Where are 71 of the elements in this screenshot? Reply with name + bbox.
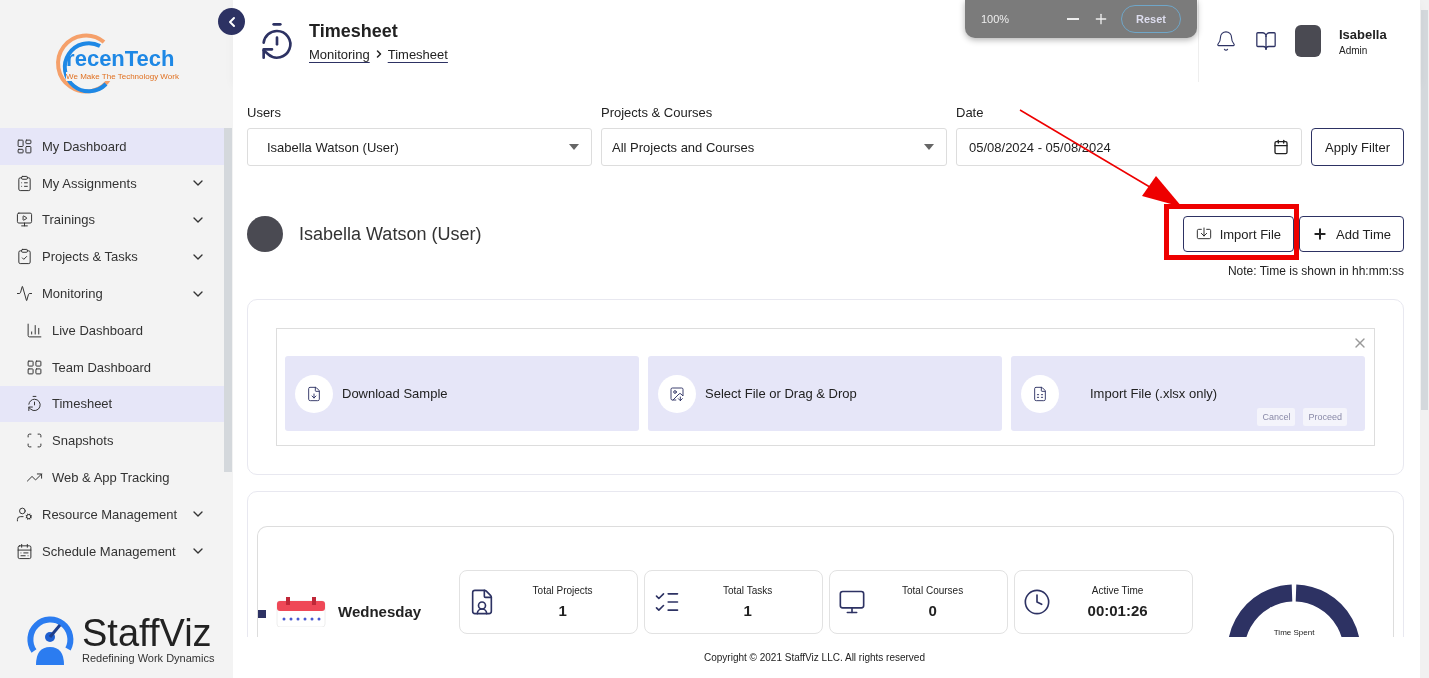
avatar-photo-placeholder (247, 216, 283, 252)
menu-icon (26, 358, 43, 376)
stat-label: Active Time (1091, 584, 1144, 596)
book-icon[interactable] (1255, 30, 1277, 52)
menu-icon (16, 174, 33, 192)
filter-label: Users (247, 105, 282, 120)
sidebar-item[interactable]: Schedule Management (0, 532, 224, 570)
sidebar-item[interactable]: Team Dashboard (0, 348, 224, 386)
scrollbar-thumb[interactable] (224, 128, 232, 472)
filter-label: Date (956, 105, 985, 120)
stat-label: Total Tasks (722, 584, 773, 596)
sidebar-item[interactable]: My Dashboard (0, 128, 224, 165)
menu-icon (26, 321, 43, 339)
caret-icon (924, 144, 934, 150)
day-label: Wednesday (338, 603, 422, 620)
caret-icon (569, 144, 579, 150)
brand-name: StaffViz (82, 614, 213, 652)
calendar-icon (1273, 139, 1289, 155)
select-field[interactable]: All Projects and Courses (601, 128, 947, 166)
sidebar-item[interactable]: My Assignments (0, 164, 224, 202)
menu-icon (16, 211, 33, 229)
stat-value: 0 (928, 601, 937, 619)
sidebar-item[interactable]: Timesheet (0, 385, 224, 423)
import-step-tile[interactable]: Download Sample (285, 356, 639, 431)
sidebar-item[interactable]: Snapshots (0, 422, 224, 460)
stat-value: 00:01:26 (1087, 601, 1148, 619)
stat-value: 1 (558, 601, 567, 619)
menu-icon (16, 542, 33, 560)
donut-label: Time Spent (1272, 628, 1316, 637)
menu-icon (16, 137, 33, 155)
sidebar-item[interactable]: Trainings (0, 201, 224, 239)
add-time-button[interactable]: Add Time (1299, 216, 1404, 252)
menu-icon (16, 285, 33, 303)
user-name: Isabella (1339, 26, 1387, 42)
calendar-icon (276, 596, 326, 627)
menu-icon (16, 505, 33, 523)
select-field[interactable]: Isabella Watson (User) (247, 128, 592, 166)
breadcrumb-link[interactable]: Monitoring (309, 46, 370, 62)
stat-label: Total Courses (902, 584, 964, 596)
stat-value: 1 (743, 601, 752, 619)
menu-icon (26, 395, 43, 413)
step-label: Select File or Drag & Drop (705, 386, 857, 401)
import-file-button[interactable]: Import File (1182, 216, 1295, 252)
menu-icon (16, 248, 33, 266)
scrollbar-thumb[interactable] (1421, 10, 1428, 410)
company-logo: recenTech We Make The Technology Work (54, 32, 179, 96)
sidebar-item[interactable]: Web & App Tracking (0, 459, 224, 496)
page-title: Timesheet (309, 20, 399, 42)
avatar-photo-placeholder (1295, 25, 1321, 57)
minus-icon (1067, 18, 1080, 20)
zoom-level: 100% (981, 13, 1011, 25)
time-format-note: Note: Time is shown in hh:mm:ss (1226, 264, 1404, 278)
step-label: Download Sample (342, 386, 448, 401)
import-step-tile[interactable]: Select File or Drag & Drop (648, 356, 1002, 431)
sidebar-item[interactable]: Live Dashboard (0, 312, 224, 349)
apply-filter-button[interactable]: Apply Filter (1311, 128, 1404, 166)
menu-icon (26, 432, 43, 450)
stat-icon (1023, 587, 1052, 616)
brand-tagline: Redefining Work Dynamics (82, 652, 215, 664)
stat-label: Total Projects (532, 584, 593, 596)
user-heading: Isabella Watson (User) (299, 223, 483, 245)
legend-marker (258, 609, 266, 618)
sidebar-item[interactable]: Projects & Tasks (0, 238, 224, 276)
sidebar-item[interactable]: Resource Management (0, 495, 224, 533)
sidebar-item[interactable]: Monitoring (0, 275, 224, 312)
filter-label: Projects & Courses (601, 105, 714, 120)
notifications-icon[interactable] (1215, 30, 1237, 52)
import-icon (1195, 226, 1212, 242)
step-label: Import File (.xlsx only) (1090, 386, 1218, 401)
breadcrumb-link[interactable]: Timesheet (387, 46, 448, 62)
user-role: Admin (1339, 44, 1369, 56)
